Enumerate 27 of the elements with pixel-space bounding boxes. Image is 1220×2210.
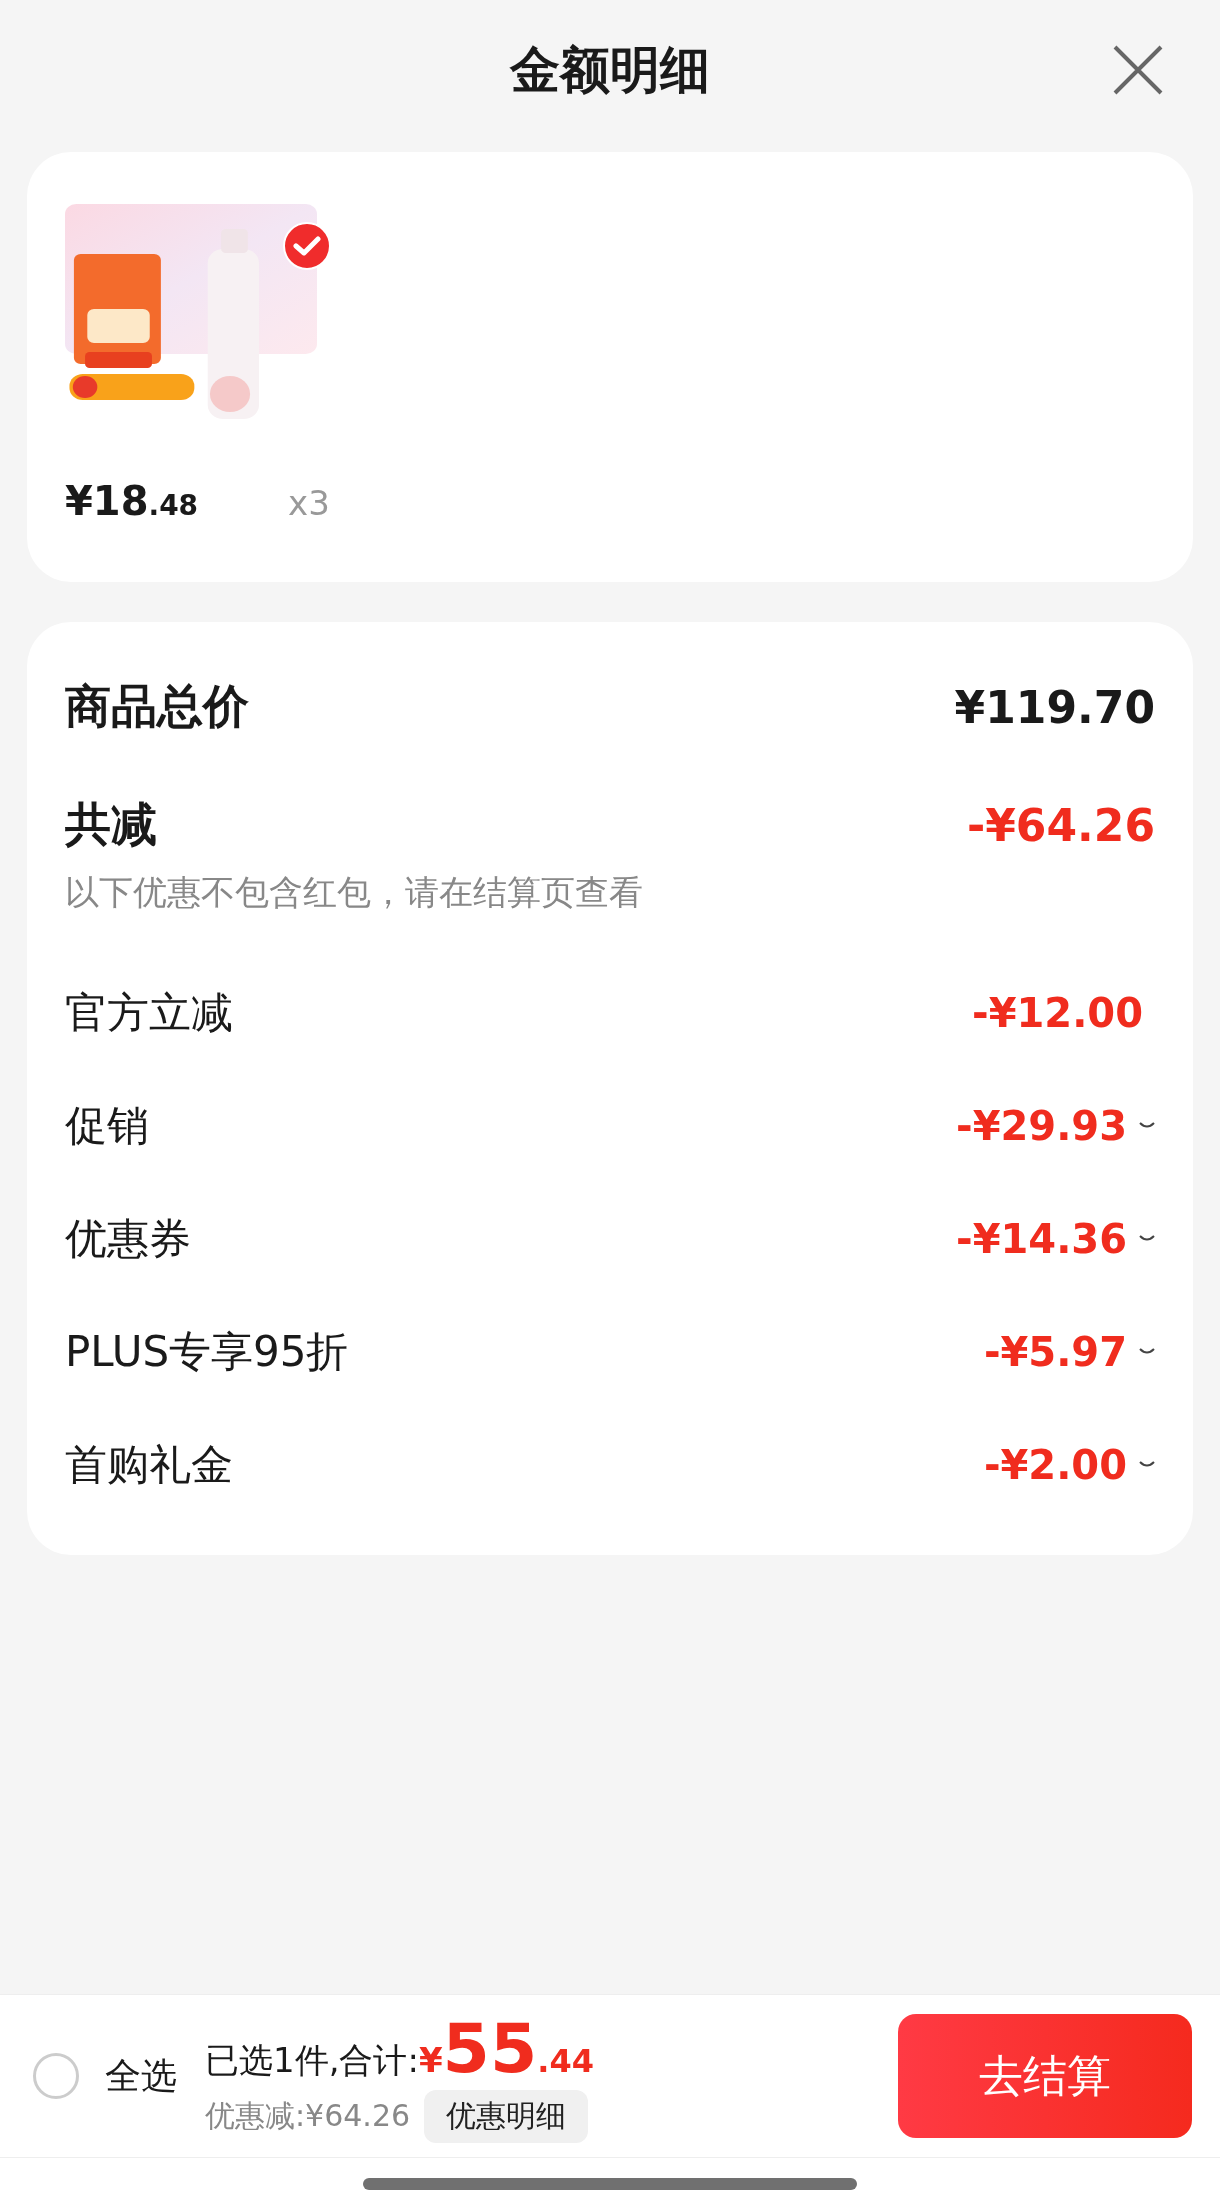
unit-price: ¥18.48: [65, 478, 199, 524]
discount-details-button[interactable]: 优惠明细: [424, 2090, 589, 2143]
selected-summary: 已选1件,合计:: [205, 2039, 419, 2082]
quantity: x3: [288, 483, 330, 523]
discount-item-value[interactable]: -¥14.36: [956, 1215, 1127, 1262]
discount-item-value: -¥12.00: [972, 989, 1143, 1036]
total-amount: ¥55.44: [418, 2009, 594, 2088]
saving-amount: 优惠减:¥64.26: [205, 2097, 411, 2135]
checkout-button[interactable]: 去结算: [898, 2014, 1192, 2138]
total-label: 商品总价: [65, 678, 249, 735]
discount-item-value[interactable]: -¥5.97: [983, 1328, 1127, 1375]
select-all-radio[interactable]: [33, 2053, 79, 2099]
discount-item-value[interactable]: -¥2.00: [983, 1441, 1127, 1488]
discount-item-label: 官方立减: [65, 986, 233, 1039]
discount-note: 以下优惠不包含红包，请在结算页查看: [65, 871, 644, 914]
window-title: 金额明细: [510, 39, 710, 101]
discount-item-label: 优惠券: [65, 1212, 191, 1265]
select-all-label[interactable]: 全选: [105, 2051, 177, 2101]
close-icon[interactable]: [1112, 44, 1164, 96]
discount-item-label: 促销: [65, 1099, 149, 1152]
discount-value: -¥64.26: [966, 799, 1155, 851]
discount-item-label: PLUS专享95折: [65, 1325, 349, 1378]
discount-item-label: 首购礼金: [65, 1438, 233, 1491]
discount-label: 共减: [65, 796, 157, 853]
discount-item-value[interactable]: -¥29.93: [956, 1102, 1127, 1149]
total-value: ¥119.70: [954, 681, 1155, 733]
checkmark-icon[interactable]: [283, 222, 331, 270]
